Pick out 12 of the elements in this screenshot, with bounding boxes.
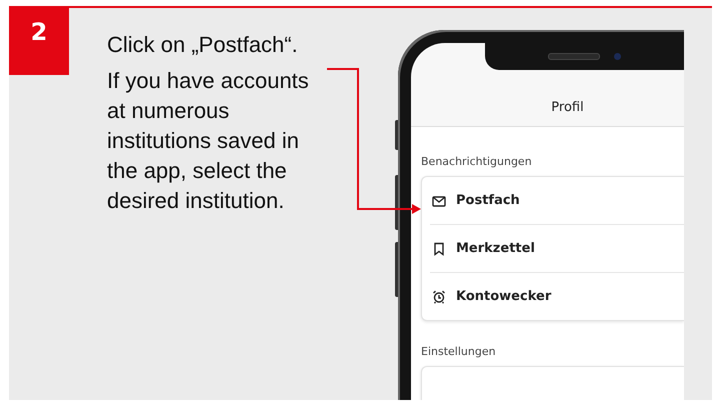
menu-item[interactable]: Merkzettel xyxy=(430,224,684,272)
header-title: Profil xyxy=(551,100,584,115)
mail-icon xyxy=(432,194,446,208)
alarm-clock-icon xyxy=(432,290,446,304)
step-description: If you have accounts at numerous institutions saved in the app, select the desired institution. xyxy=(107,67,310,215)
section-heading: Benachrichtigungen xyxy=(421,155,533,168)
menu-item[interactable]: Kontowecker xyxy=(430,272,684,320)
section-heading: Einstellungen xyxy=(421,345,497,358)
menu-item[interactable]: Postfach xyxy=(422,177,684,224)
bookmark-icon xyxy=(432,242,446,256)
step-number: 2 xyxy=(9,6,69,75)
step-title: Click on „Postfach“. xyxy=(107,31,299,59)
